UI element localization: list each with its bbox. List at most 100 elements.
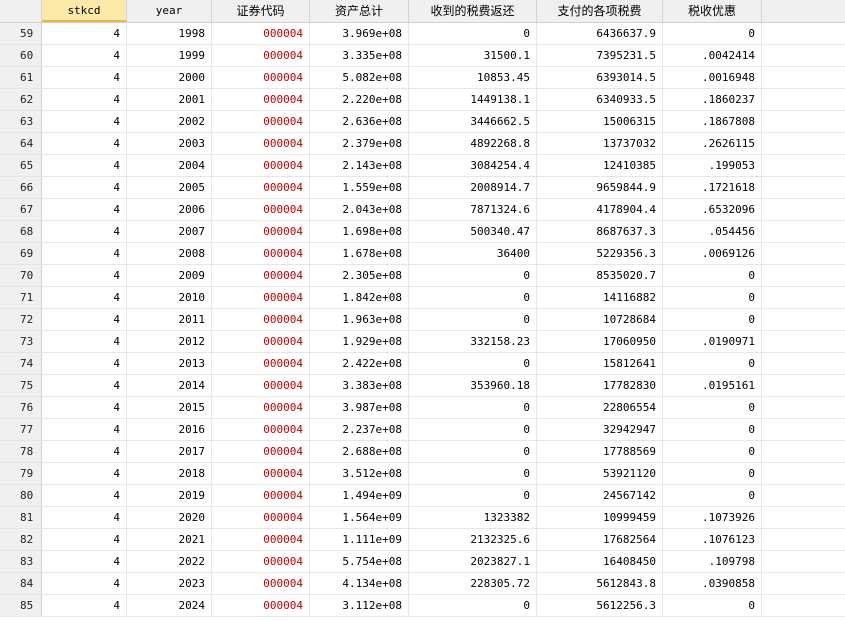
table-row[interactable]: 59 4 1998 000004 3.969e+08 0 6436637.9 0 (0, 23, 845, 45)
cell-year[interactable]: 2018 (127, 463, 212, 484)
cell-taxes-paid[interactable]: 9659844.9 (537, 177, 663, 198)
cell-total-assets[interactable]: 2.379e+08 (310, 133, 409, 154)
cell-total-assets[interactable]: 3.969e+08 (310, 23, 409, 44)
cell-security-code[interactable]: 000004 (212, 23, 310, 44)
cell-stkcd[interactable]: 4 (42, 441, 127, 462)
row-number[interactable]: 85 (0, 595, 42, 616)
row-number[interactable]: 81 (0, 507, 42, 528)
cell-taxes-paid[interactable]: 5612256.3 (537, 595, 663, 616)
row-number[interactable]: 68 (0, 221, 42, 242)
cell-total-assets[interactable]: 2.043e+08 (310, 199, 409, 220)
cell-tax-benefit[interactable]: 0 (663, 485, 762, 506)
cell-tax-benefit[interactable]: 0 (663, 23, 762, 44)
cell-total-assets[interactable]: 1.963e+08 (310, 309, 409, 330)
cell-taxes-paid[interactable]: 22806554 (537, 397, 663, 418)
cell-taxes-paid[interactable]: 7395231.5 (537, 45, 663, 66)
cell-stkcd[interactable]: 4 (42, 397, 127, 418)
cell-taxes-paid[interactable]: 17060950 (537, 331, 663, 352)
row-number[interactable]: 63 (0, 111, 42, 132)
cell-stkcd[interactable]: 4 (42, 287, 127, 308)
cell-total-assets[interactable]: 2.143e+08 (310, 155, 409, 176)
row-number[interactable]: 74 (0, 353, 42, 374)
table-row[interactable]: 76 4 2015 000004 3.987e+08 0 22806554 0 (0, 397, 845, 419)
table-row[interactable]: 75 4 2014 000004 3.383e+08 353960.18 17782830.… (0, 375, 845, 397)
cell-stkcd[interactable]: 4 (42, 375, 127, 396)
cell-security-code[interactable]: 000004 (212, 507, 310, 528)
cell-year[interactable]: 2005 (127, 177, 212, 198)
cell-tax-refund-received[interactable]: 0 (409, 23, 537, 44)
cell-tax-benefit[interactable]: 0 (663, 441, 762, 462)
cell-stkcd[interactable]: 4 (42, 67, 127, 88)
column-header-tax-refund-received[interactable]: 收到的税费返还 (409, 0, 537, 22)
cell-stkcd[interactable]: 4 (42, 23, 127, 44)
cell-security-code[interactable]: 000004 (212, 397, 310, 418)
cell-tax-refund-received[interactable]: 36400 (409, 243, 537, 264)
cell-year[interactable]: 2021 (127, 529, 212, 550)
cell-security-code[interactable]: 000004 (212, 463, 310, 484)
cell-taxes-paid[interactable]: 32942947 (537, 419, 663, 440)
cell-stkcd[interactable]: 4 (42, 221, 127, 242)
row-number[interactable]: 77 (0, 419, 42, 440)
cell-tax-benefit[interactable]: .6532096 (663, 199, 762, 220)
cell-total-assets[interactable]: 1.698e+08 (310, 221, 409, 242)
row-number[interactable]: 80 (0, 485, 42, 506)
cell-security-code[interactable]: 000004 (212, 221, 310, 242)
cell-taxes-paid[interactable]: 12410385 (537, 155, 663, 176)
cell-tax-benefit[interactable]: .1860237 (663, 89, 762, 110)
cell-taxes-paid[interactable]: 4178904.4 (537, 199, 663, 220)
cell-tax-benefit[interactable]: .199053 (663, 155, 762, 176)
cell-taxes-paid[interactable]: 5612843.8 (537, 573, 663, 594)
cell-security-code[interactable]: 000004 (212, 309, 310, 330)
cell-security-code[interactable]: 000004 (212, 441, 310, 462)
cell-total-assets[interactable]: 5.754e+08 (310, 551, 409, 572)
row-number[interactable]: 78 (0, 441, 42, 462)
cell-taxes-paid[interactable]: 15006315 (537, 111, 663, 132)
cell-stkcd[interactable]: 4 (42, 353, 127, 374)
cell-stkcd[interactable]: 4 (42, 89, 127, 110)
cell-taxes-paid[interactable]: 17788569 (537, 441, 663, 462)
table-row[interactable]: 65 4 2004 000004 2.143e+08 3084254.4 12410385.… (0, 155, 845, 177)
cell-stkcd[interactable]: 4 (42, 155, 127, 176)
cell-total-assets[interactable]: 4.134e+08 (310, 573, 409, 594)
cell-tax-benefit[interactable]: .1867808 (663, 111, 762, 132)
cell-stkcd[interactable]: 4 (42, 177, 127, 198)
cell-year[interactable]: 2017 (127, 441, 212, 462)
cell-tax-refund-received[interactable]: 1449138.1 (409, 89, 537, 110)
table-row[interactable]: 81 4 2020 000004 1.564e+09 1323382 10999459.10… (0, 507, 845, 529)
cell-tax-refund-received[interactable]: 2023827.1 (409, 551, 537, 572)
cell-tax-refund-received[interactable]: 3084254.4 (409, 155, 537, 176)
cell-tax-refund-received[interactable]: 500340.47 (409, 221, 537, 242)
table-row[interactable]: 73 4 2012 000004 1.929e+08 332158.23 17060950.… (0, 331, 845, 353)
cell-security-code[interactable]: 000004 (212, 67, 310, 88)
cell-year[interactable]: 1999 (127, 45, 212, 66)
cell-tax-benefit[interactable]: .1076123 (663, 529, 762, 550)
cell-year[interactable]: 2024 (127, 595, 212, 616)
cell-security-code[interactable]: 000004 (212, 45, 310, 66)
cell-total-assets[interactable]: 1.678e+08 (310, 243, 409, 264)
cell-year[interactable]: 2000 (127, 67, 212, 88)
cell-stkcd[interactable]: 4 (42, 331, 127, 352)
cell-taxes-paid[interactable]: 15812641 (537, 353, 663, 374)
cell-tax-refund-received[interactable]: 0 (409, 595, 537, 616)
cell-stkcd[interactable]: 4 (42, 595, 127, 616)
cell-year[interactable]: 2012 (127, 331, 212, 352)
cell-stkcd[interactable]: 4 (42, 463, 127, 484)
cell-tax-refund-received[interactable]: 10853.45 (409, 67, 537, 88)
data-editor-grid[interactable]: stkcd year 证券代码 资产总计 收到的税费返还 支付的各项税费 税收优… (0, 0, 845, 620)
cell-year[interactable]: 2014 (127, 375, 212, 396)
table-row[interactable]: 69 4 2008 000004 1.678e+08 36400 5229356.3.006… (0, 243, 845, 265)
cell-tax-benefit[interactable]: .0042414 (663, 45, 762, 66)
column-header-total-assets[interactable]: 资产总计 (310, 0, 409, 22)
cell-year[interactable]: 1998 (127, 23, 212, 44)
cell-stkcd[interactable]: 4 (42, 419, 127, 440)
cell-total-assets[interactable]: 1.929e+08 (310, 331, 409, 352)
cell-tax-benefit[interactable]: 0 (663, 287, 762, 308)
cell-tax-benefit[interactable]: .109798 (663, 551, 762, 572)
cell-stkcd[interactable]: 4 (42, 485, 127, 506)
cell-security-code[interactable]: 000004 (212, 243, 310, 264)
cell-tax-benefit[interactable]: 0 (663, 419, 762, 440)
row-number[interactable]: 82 (0, 529, 42, 550)
cell-tax-refund-received[interactable]: 228305.72 (409, 573, 537, 594)
cell-total-assets[interactable]: 3.987e+08 (310, 397, 409, 418)
cell-tax-refund-received[interactable]: 0 (409, 397, 537, 418)
